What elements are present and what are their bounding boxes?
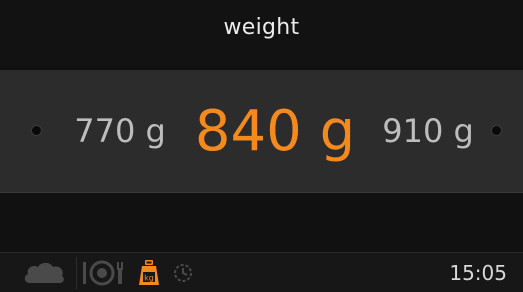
cloud-icon[interactable] xyxy=(22,259,66,287)
weight-screen: weight 770 g 840 g 910 g kg 15:05 xyxy=(0,0,523,292)
header-bar: weight xyxy=(0,0,523,66)
scroll-left-dot-icon xyxy=(32,126,41,135)
selected-weight-value[interactable]: 840 g xyxy=(185,70,365,192)
timer-icon[interactable] xyxy=(172,262,194,284)
next-weight-option[interactable]: 910 g xyxy=(372,70,484,192)
weight-selector[interactable]: 770 g 840 g 910 g xyxy=(0,70,523,193)
kg-weight-icon[interactable]: kg xyxy=(137,259,161,287)
previous-weight-option[interactable]: 770 g xyxy=(60,70,180,192)
footer-separator xyxy=(76,257,77,289)
page-title: weight xyxy=(223,14,300,40)
footer-bar: kg 15:05 xyxy=(0,252,523,292)
scroll-right-dot-icon xyxy=(492,126,501,135)
clock-time: 15:05 xyxy=(449,261,507,285)
plate-cutlery-icon[interactable] xyxy=(80,259,128,287)
svg-text:kg: kg xyxy=(144,274,154,283)
empty-band xyxy=(0,193,523,251)
